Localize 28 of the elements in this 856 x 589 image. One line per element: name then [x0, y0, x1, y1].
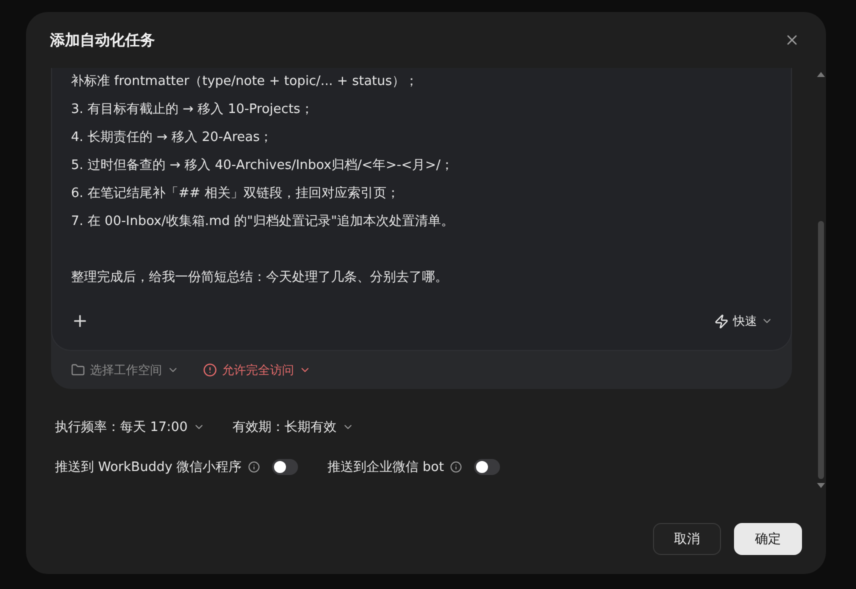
confirm-button[interactable]: 确定	[734, 523, 802, 555]
prompt-text: 5. 过时但备查的 → 移入 40-Archives/Inbox归档/<年>-<月>/；	[71, 157, 454, 175]
folder-icon	[71, 363, 85, 377]
prompt-text: 补标准 frontmatter（type/note + topic/... + status）；	[71, 73, 420, 91]
cancel-button[interactable]: 取消	[653, 523, 721, 555]
info-icon[interactable]	[450, 461, 462, 473]
prompt-text: 6. 在笔记结尾补「## 相关」双链段，挂回对应索引页；	[71, 185, 400, 203]
warning-icon	[203, 363, 217, 377]
lightning-icon	[714, 314, 729, 328]
workspace-dropdown[interactable]: 选择工作空间	[71, 362, 179, 378]
add-icon[interactable]	[71, 312, 89, 330]
prompt-text: 3. 有目标有截止的 → 移入 10-Projects；	[71, 101, 314, 119]
setting-dropdown[interactable]: 有效期：长期有效	[232, 418, 354, 436]
scrollbar-thumb[interactable]	[818, 221, 824, 479]
access-dropdown[interactable]: 允许完全访问	[203, 362, 311, 378]
push-toggle[interactable]	[272, 459, 298, 475]
scroll-up-icon[interactable]	[817, 72, 825, 77]
push-label: 推送到 WorkBuddy 微信小程序	[55, 459, 242, 476]
prompt-text: 4. 长期责任的 → 移入 20-Areas；	[71, 129, 274, 147]
scroll-down-icon[interactable]	[817, 483, 825, 488]
dialog-title: 添加自动化任务	[50, 30, 155, 50]
prompt-text: 7. 在 00-Inbox/收集箱.md 的"归档处置记录"追加本次处置清单。	[71, 213, 455, 231]
prompt-text: 整理完成后，给我一份简短总结：今天处理了几条、分别去了哪。	[71, 269, 449, 287]
setting-dropdown[interactable]: 执行频率：每天 17:00	[55, 418, 205, 436]
push-label: 推送到企业微信 bot	[328, 459, 444, 476]
mode-dropdown[interactable]: 快速	[714, 312, 773, 330]
info-icon[interactable]	[248, 461, 260, 473]
push-toggle[interactable]	[474, 459, 500, 475]
